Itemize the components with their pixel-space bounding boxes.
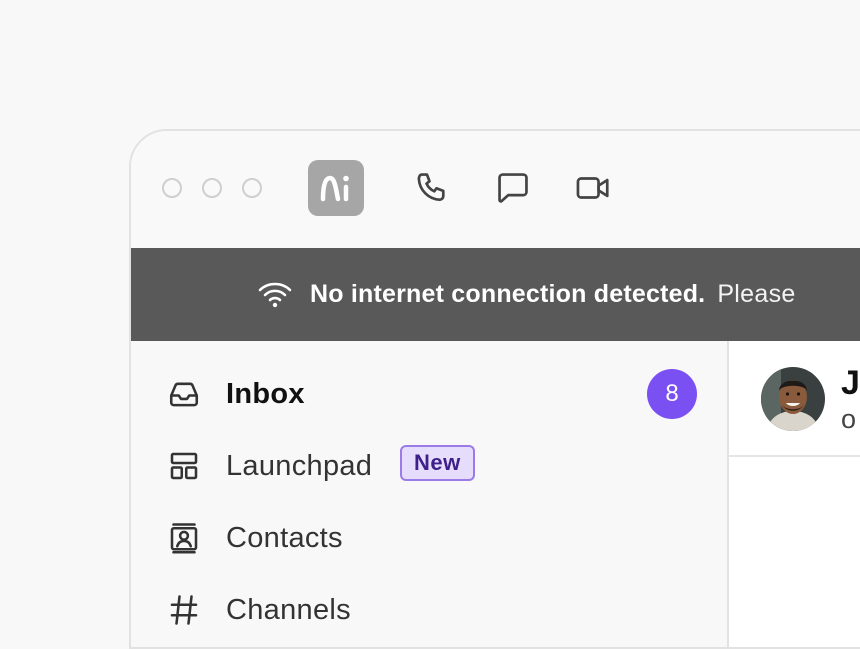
banner-headline: No internet connection detected. (310, 280, 706, 308)
window-minimize-button[interactable] (202, 178, 222, 198)
window-close-button[interactable] (162, 178, 182, 198)
launchpad-icon (170, 452, 198, 480)
unread-count-badge: 8 (647, 369, 697, 419)
new-badge: New (400, 445, 475, 481)
sidebar-item-label: Launchpad (226, 450, 373, 482)
phone-icon[interactable] (414, 169, 452, 207)
banner-message: No internet connection detected. Please (310, 277, 796, 311)
app-window: No internet connection detected. Please I… (129, 129, 860, 649)
wifi-icon (258, 282, 292, 308)
hash-icon (170, 595, 198, 625)
avatar[interactable] (761, 367, 825, 431)
logo-icon (320, 175, 349, 202)
sidebar-item-label: Contacts (226, 522, 343, 554)
window-maximize-button[interactable] (242, 178, 262, 198)
sidebar-item-label: Inbox (226, 378, 305, 410)
chat-icon[interactable] (494, 169, 532, 207)
banner-detail: Please (717, 280, 796, 308)
offline-banner: No internet connection detected. Please (131, 248, 860, 341)
contact-name: J (841, 364, 860, 402)
contacts-icon (170, 523, 198, 554)
sidebar: Inbox 8 Launchpad New Contacts Channels (131, 341, 729, 647)
contact-status: o (841, 404, 857, 434)
sidebar-item-label: Channels (226, 594, 351, 626)
sidebar-item-contacts[interactable]: Contacts (131, 507, 727, 567)
inbox-icon (169, 382, 199, 407)
sidebar-item-inbox[interactable]: Inbox 8 (131, 363, 727, 423)
video-icon[interactable] (574, 169, 612, 207)
conversation-panel: J o (729, 341, 860, 647)
conversation-header[interactable]: J o (729, 341, 860, 457)
title-bar (131, 131, 860, 250)
app-logo[interactable] (308, 160, 364, 216)
avatar-image (761, 367, 825, 431)
sidebar-item-channels[interactable]: Channels (131, 579, 727, 639)
sidebar-item-launchpad[interactable]: Launchpad New (131, 435, 727, 495)
